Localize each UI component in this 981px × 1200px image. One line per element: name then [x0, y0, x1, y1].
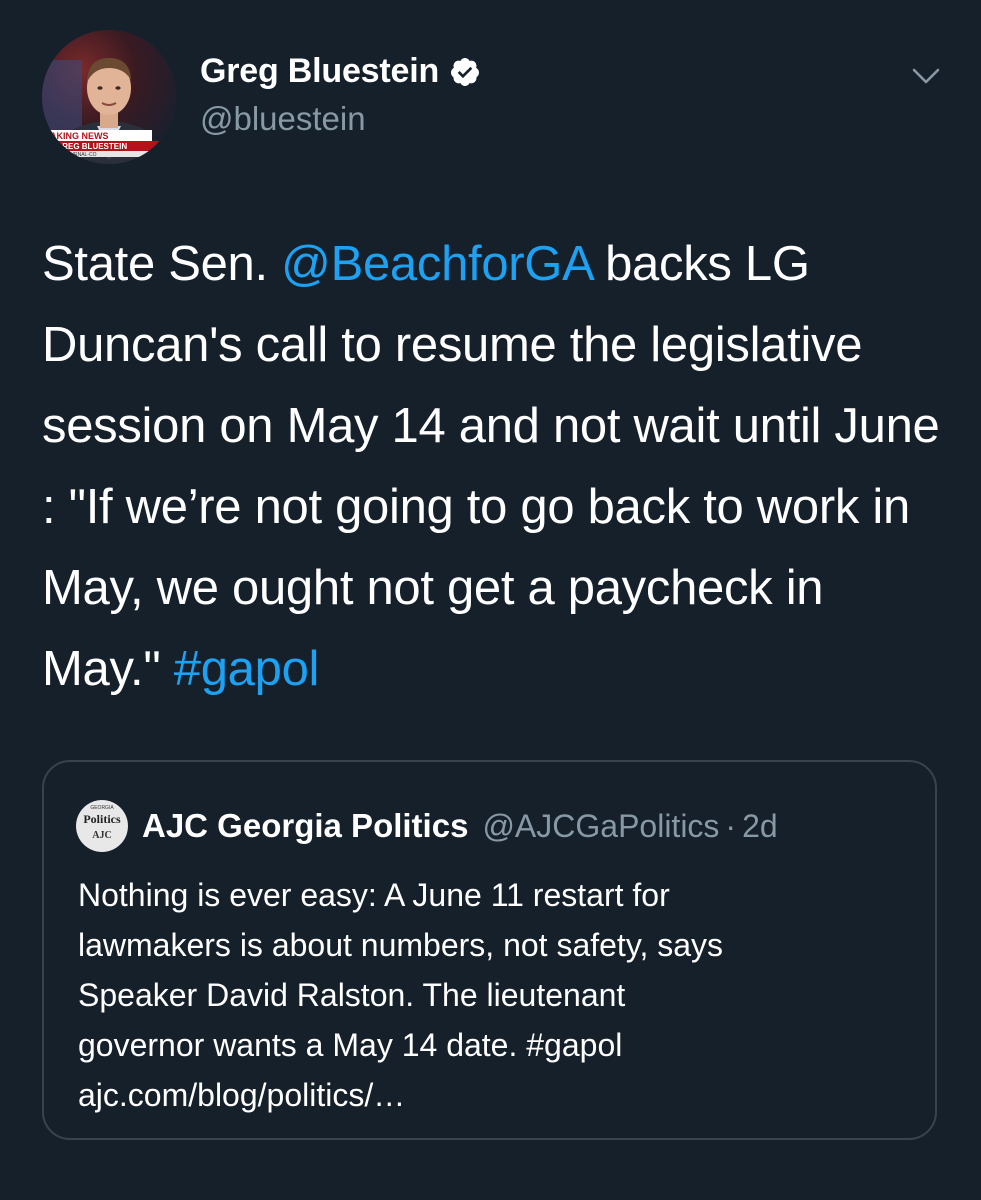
- quoted-tweet-line: lawmakers is about numbers, not safety, …: [78, 927, 724, 963]
- quoted-avatar-line3: AJC: [92, 830, 112, 841]
- tweet-text-part1: State Sen.: [42, 237, 282, 291]
- chevron-down-icon[interactable]: [908, 58, 944, 94]
- verified-badge-icon: [449, 56, 481, 88]
- separator-dot: ·: [725, 807, 737, 844]
- avatar-banner-line2: GREG BLUESTEIN: [56, 142, 127, 151]
- author-handle[interactable]: @bluestein: [200, 100, 366, 138]
- quoted-tweet-line: Nothing is ever easy: A June 11 restart …: [78, 877, 670, 913]
- quoted-tweet-text: Nothing is ever easy: A June 11 restart …: [78, 870, 908, 1120]
- quoted-tweet-link[interactable]: ajc.com/blog/politics/…: [78, 1070, 908, 1120]
- tweet-text-part2: backs LG Duncan's call to resume the leg…: [42, 237, 940, 696]
- quoted-tweet-card[interactable]: GEORGIA Politics AJC AJC Georgia Politic…: [42, 760, 937, 1140]
- quoted-tweet-time[interactable]: 2d: [742, 808, 778, 845]
- quoted-tweet-line: Speaker David Ralston. The lieutenant: [78, 977, 626, 1013]
- author-display-name[interactable]: Greg Bluestein: [200, 52, 439, 91]
- quoted-author-name[interactable]: AJC Georgia Politics: [142, 807, 468, 845]
- quoted-tweet-line: governor wants a May 14 date. #gapol: [78, 1027, 623, 1063]
- avatar-banner-line3: JOURNAL-CO: [64, 152, 97, 158]
- tweet-text: State Sen. @BeachforGA backs LG Duncan's…: [42, 224, 952, 710]
- author-avatar[interactable]: EAKING NEWS GREG BLUESTEIN JOURNAL-CO: [42, 30, 176, 164]
- author-name-row[interactable]: Greg Bluestein: [200, 52, 481, 91]
- quoted-avatar-line1: GEORGIA: [90, 805, 114, 811]
- hashtag-link[interactable]: #gapol: [174, 642, 320, 696]
- quoted-tweet-header: GEORGIA Politics AJC AJC Georgia Politic…: [76, 800, 778, 852]
- avatar-banner-line1: EAKING NEWS: [44, 131, 109, 141]
- quoted-avatar-line2: Politics: [83, 812, 121, 826]
- quoted-author-handle[interactable]: @AJCGaPolitics: [482, 808, 719, 845]
- mention-link[interactable]: @BeachforGA: [281, 237, 592, 291]
- tweet: EAKING NEWS GREG BLUESTEIN JOURNAL-CO Gr…: [0, 0, 981, 1200]
- quoted-author-avatar[interactable]: GEORGIA Politics AJC: [76, 800, 128, 852]
- avatar-image: EAKING NEWS GREG BLUESTEIN JOURNAL-CO: [42, 30, 176, 164]
